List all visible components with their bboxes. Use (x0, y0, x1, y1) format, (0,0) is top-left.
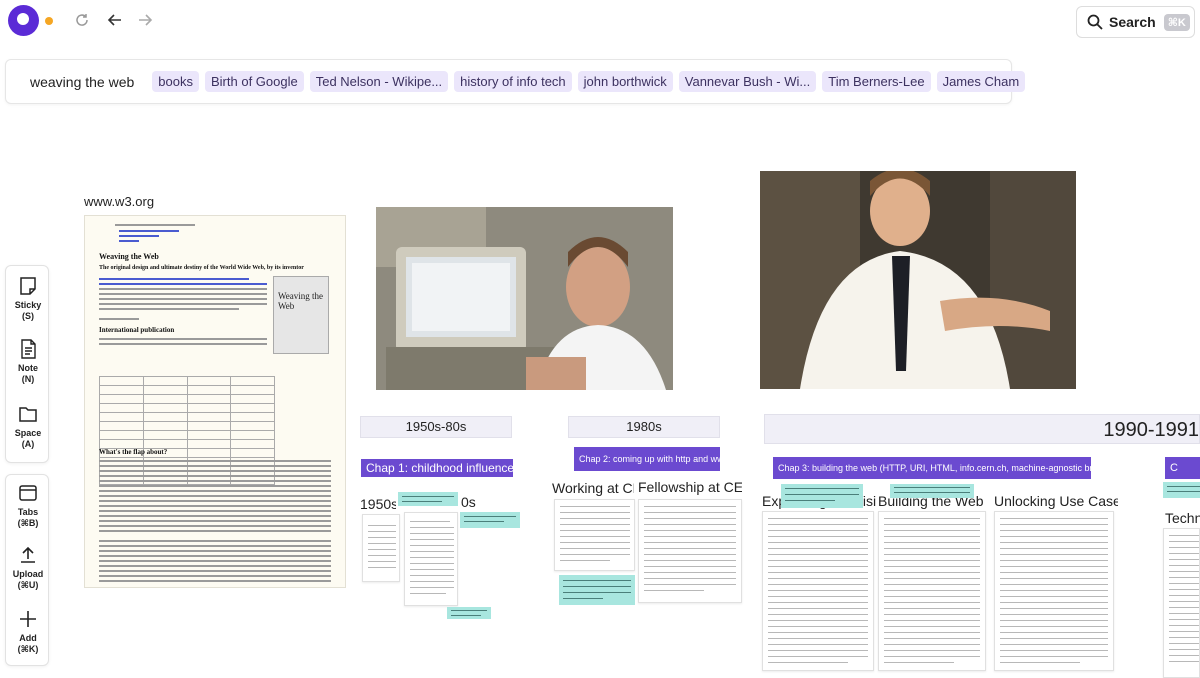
note-card[interactable] (554, 499, 635, 571)
note-tool[interactable]: Note (N) (6, 339, 50, 385)
search-icon (1087, 14, 1103, 30)
space-tag[interactable]: Vannevar Bush - Wi... (678, 71, 817, 92)
doc-section-heading: International publication (99, 326, 175, 334)
sticky-tool[interactable]: Sticky (S) (6, 276, 50, 322)
folder-icon (19, 407, 37, 422)
publication-table (99, 376, 275, 485)
web-page-card[interactable]: Weaving the Web The original design and … (84, 215, 346, 588)
reload-icon[interactable] (70, 8, 94, 32)
back-arrow-icon[interactable] (103, 8, 127, 32)
chapter-label[interactable]: Chap 1: childhood influences (361, 459, 513, 477)
space-tag[interactable]: James Cham (936, 71, 1026, 92)
column-title: Techn (1165, 510, 1200, 526)
space-tag[interactable]: john borthwick (577, 71, 673, 92)
sticky-note[interactable] (781, 484, 863, 508)
era-header[interactable]: 1980s (568, 416, 720, 438)
space-header: weaving the web books Birth of Google Te… (5, 59, 1026, 104)
photo-with-computer[interactable] (376, 207, 673, 390)
column-title: Working at CE (552, 480, 634, 496)
plus-icon (20, 611, 36, 627)
space-tag[interactable]: books (152, 71, 199, 92)
space-tool[interactable]: Space (A) (6, 404, 50, 450)
sticky-icon (20, 277, 36, 295)
sticky-note[interactable] (559, 575, 635, 605)
doc-section-heading: What's the flap about? (99, 448, 168, 456)
search-shortcut: ⌘K (1163, 13, 1190, 31)
book-cover-image: Weaving the Web (273, 276, 329, 354)
portrait-photo[interactable] (760, 171, 1076, 389)
sticky-note[interactable] (447, 607, 491, 619)
column-title: Unlocking Use Case (994, 493, 1118, 509)
upload-icon (21, 546, 35, 563)
search-label: Search (1109, 14, 1156, 30)
note-card[interactable] (878, 511, 986, 671)
space-tag[interactable]: Ted Nelson - Wikipe... (309, 71, 449, 92)
era-header[interactable]: 1950s-80s (360, 416, 512, 438)
chapter-label[interactable]: C (1165, 457, 1200, 479)
sticky-note[interactable] (460, 512, 520, 528)
column-title: Fellowship at CERN (638, 479, 742, 495)
note-card[interactable] (994, 511, 1114, 671)
sticky-note[interactable] (398, 492, 458, 506)
column-title: 0s (461, 494, 476, 510)
doc-heading: Weaving the Web (99, 252, 159, 261)
tabs-tool[interactable]: Tabs (⌘B) (6, 483, 50, 529)
add-tool[interactable]: Add (⌘K) (6, 609, 50, 655)
column-title: 1950s (360, 496, 396, 512)
note-card[interactable] (638, 499, 742, 603)
search-button[interactable]: Search ⌘K (1076, 6, 1195, 38)
note-card[interactable] (362, 514, 400, 582)
upload-tool[interactable]: Upload (⌘U) (6, 545, 50, 591)
note-card[interactable] (1163, 528, 1200, 678)
note-icon (21, 339, 36, 359)
sync-status-dot (45, 17, 53, 25)
era-header[interactable]: 1990-1991 (764, 414, 1200, 444)
sticky-note[interactable] (890, 484, 974, 498)
create-toolbar: Sticky (S) Note (N) Space (A) (5, 265, 49, 463)
note-card[interactable] (404, 512, 458, 606)
web-card-label: www.w3.org (84, 194, 155, 209)
app-logo[interactable] (8, 5, 39, 36)
forward-arrow-icon[interactable] (133, 8, 157, 32)
chapter-label[interactable]: Chap 2: coming up with http and www (574, 447, 720, 471)
doc-subheading: The original design and ultimate destiny… (99, 265, 304, 271)
note-card[interactable] (762, 511, 874, 671)
sticky-note[interactable] (1163, 482, 1200, 498)
space-tag[interactable]: Tim Berners-Lee (822, 71, 931, 92)
import-toolbar: Tabs (⌘B) Upload (⌘U) Add (⌘K) (5, 474, 49, 666)
space-tag[interactable]: Birth of Google (205, 71, 304, 92)
space-title[interactable]: weaving the web (30, 74, 134, 90)
chapter-label[interactable]: Chap 3: building the web (HTTP, URI, HTM… (773, 457, 1091, 479)
tabs-icon (19, 485, 37, 501)
space-tag[interactable]: history of info tech (454, 71, 572, 92)
